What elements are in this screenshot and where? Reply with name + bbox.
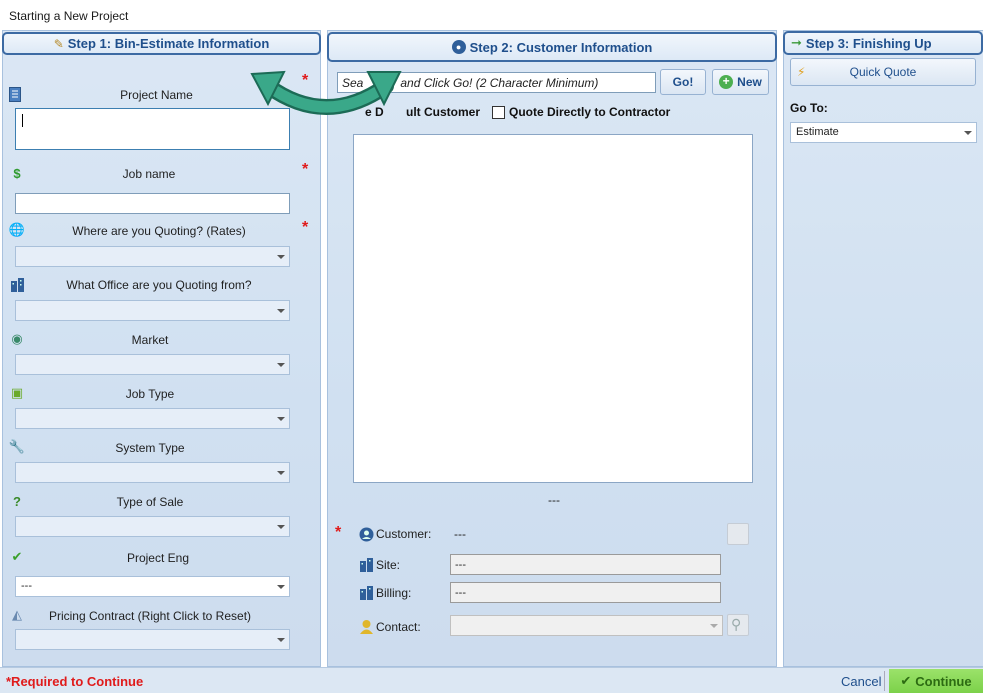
quick-quote-label: Quick Quote	[849, 65, 917, 79]
pricing-contract-label: Pricing Contract (Right Click to Reset)	[48, 609, 252, 623]
goto-select[interactable]: Estimate	[790, 122, 977, 143]
pricing-contract-select[interactable]	[15, 629, 290, 650]
new-customer-button[interactable]: + New	[712, 69, 769, 95]
cancel-button[interactable]: Cancel	[841, 674, 881, 689]
goto-value: Estimate	[796, 126, 839, 138]
building-icon	[358, 556, 374, 572]
chevron-down-icon	[277, 417, 285, 421]
market-select[interactable]	[15, 354, 290, 375]
chevron-down-icon	[277, 363, 285, 367]
office-label: What Office are you Quoting from?	[66, 278, 252, 292]
edit-customer-button[interactable]	[727, 523, 749, 545]
wrench-icon: 🔧	[8, 439, 26, 454]
checkmark-icon: ✔	[900, 673, 912, 688]
new-button-label: New	[737, 75, 762, 89]
system-type-label: System Type	[115, 441, 185, 455]
step2-header: ● Step 2: Customer Information	[327, 32, 777, 62]
chevron-down-icon	[964, 131, 972, 135]
right-arrow-icon: ➞	[791, 35, 802, 50]
go-button[interactable]: Go!	[660, 69, 706, 95]
billing-field[interactable]: ---	[450, 582, 721, 603]
building-icon	[9, 276, 25, 292]
contact-select[interactable]	[450, 615, 723, 636]
lightning-icon: ⚡	[797, 65, 806, 79]
document-icon	[7, 86, 23, 102]
notepad-icon: ✎	[53, 36, 64, 51]
step2-header-label: Step 2: Customer Information	[469, 39, 653, 55]
quote-contractor-checkbox[interactable]	[492, 106, 505, 119]
contact-label: Contact:	[376, 620, 421, 634]
chevron-down-icon	[277, 525, 285, 529]
job-type-select[interactable]	[15, 408, 290, 429]
use-default-customer-label[interactable]: ult Customer	[406, 105, 480, 119]
go-button-label: Go!	[672, 75, 694, 89]
text-caret	[22, 114, 23, 127]
office-select[interactable]	[15, 300, 290, 321]
billing-label: Billing:	[376, 586, 412, 600]
swap-arrow-icon	[250, 70, 402, 115]
quote-contractor-label[interactable]: Quote Directly to Contractor	[509, 105, 670, 119]
project-name-input[interactable]	[15, 108, 290, 150]
question-icon: ?	[13, 493, 21, 509]
step3-header-label: Step 3: Finishing Up	[805, 35, 932, 51]
building-icon	[358, 584, 374, 600]
customer-label: Customer:	[376, 527, 432, 541]
footer-divider	[884, 671, 885, 691]
continue-label: Continue	[915, 673, 972, 689]
market-label: Market	[131, 333, 169, 347]
step3-header: ➞ Step 3: Finishing Up	[783, 31, 983, 55]
search-contact-button[interactable]: ⚲	[727, 614, 749, 636]
type-of-sale-label: Type of Sale	[116, 495, 184, 509]
quick-quote-button[interactable]: ⚡ Quick Quote	[790, 58, 976, 86]
required-mark: *	[302, 161, 309, 178]
market-icon: ◉	[11, 331, 23, 346]
search-icon: ⚲	[731, 616, 742, 632]
site-field[interactable]: ---	[450, 554, 721, 575]
project-name-label: Project Name	[120, 88, 193, 102]
user-circle-icon: ●	[451, 40, 466, 54]
chevron-down-icon	[277, 255, 285, 259]
goto-label: Go To:	[790, 101, 828, 115]
job-name-label: Job name	[122, 167, 176, 181]
type-of-sale-select[interactable]	[15, 516, 290, 537]
chevron-down-icon	[277, 309, 285, 313]
system-type-select[interactable]	[15, 462, 290, 483]
step1-header: ✎ Step 1: Bin-Estimate Information	[2, 32, 321, 55]
customer-results-list[interactable]	[353, 134, 753, 483]
user-circle-icon	[358, 526, 374, 542]
footer-bar: *Required to Continue Cancel ✔ Continue	[0, 667, 983, 693]
globe-icon: 🌐	[8, 222, 26, 237]
required-mark: *	[335, 524, 342, 541]
search-text-suffix: and Click Go! (2 Character Minimum)	[400, 76, 599, 90]
chevron-down-icon	[277, 585, 285, 589]
quoting-where-select[interactable]	[15, 246, 290, 267]
contract-icon: ◭	[12, 607, 22, 622]
chevron-down-icon	[710, 624, 718, 628]
continue-button[interactable]: ✔ Continue	[889, 669, 983, 693]
dollar-icon: $	[13, 165, 21, 181]
project-eng-value: ---	[21, 580, 32, 592]
plus-icon: +	[719, 75, 734, 89]
contact-person-icon	[358, 618, 374, 634]
folder-icon: ▣	[10, 385, 24, 400]
project-eng-label: Project Eng	[126, 551, 190, 565]
window-title: Starting a New Project	[9, 9, 129, 23]
site-label: Site:	[376, 558, 401, 572]
check-user-icon: ✔	[11, 549, 23, 564]
title-bar: Starting a New Project	[0, 0, 983, 30]
job-name-input[interactable]	[15, 193, 290, 214]
quoting-where-label: Where are you Quoting? (Rates)	[72, 224, 246, 238]
project-eng-select[interactable]: ---	[15, 576, 290, 597]
required-mark: *	[302, 219, 309, 236]
customer-value: ---	[454, 527, 466, 541]
chevron-down-icon	[277, 471, 285, 475]
results-caption: ---	[548, 493, 560, 507]
step1-header-label: Step 1: Bin-Estimate Information	[67, 36, 270, 51]
job-type-label: Job Type	[125, 387, 175, 401]
chevron-down-icon	[277, 638, 285, 642]
required-notice: *Required to Continue	[6, 674, 144, 689]
